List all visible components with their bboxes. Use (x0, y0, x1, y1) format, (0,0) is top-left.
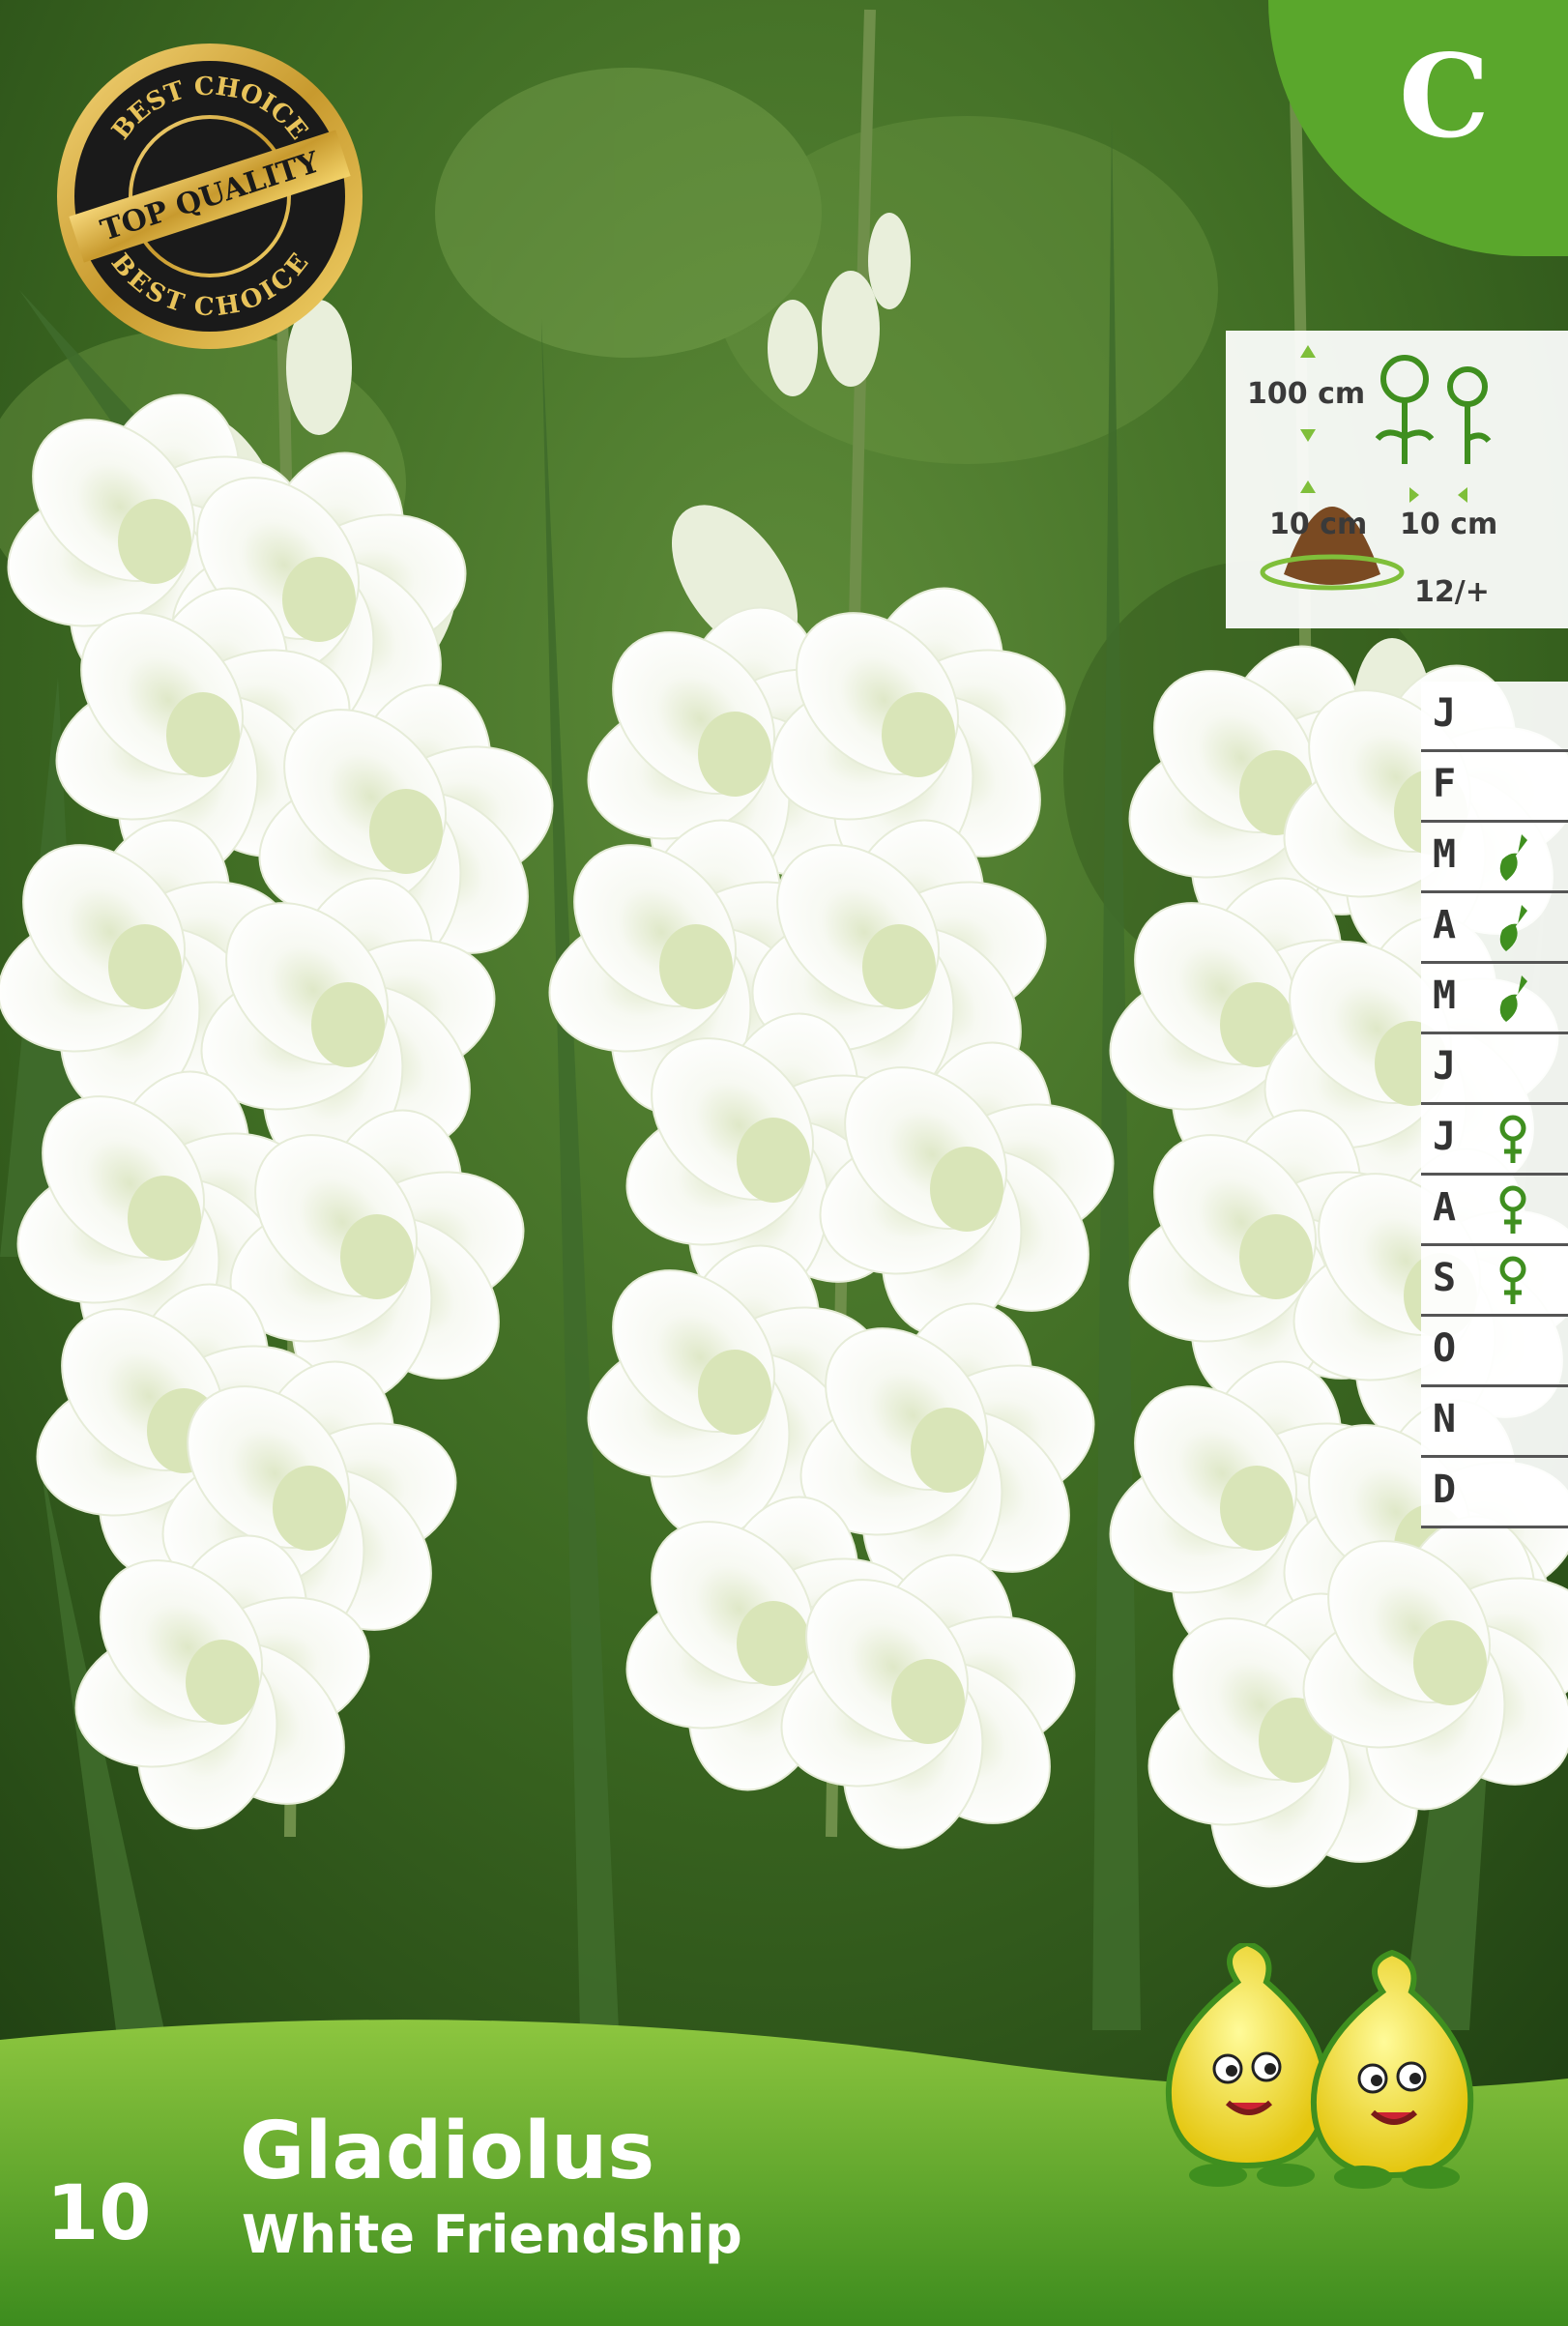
trowel-icon (1499, 834, 1527, 881)
height-value: 100 cm (1247, 377, 1366, 411)
top-quality-seal: BEST CHOICE BEST CHOICE TOP QUALITY (57, 44, 363, 349)
calendar-month-letter: A (1433, 1185, 1457, 1230)
calendar-month-letter: D (1433, 1468, 1457, 1512)
calendar-month-letter: S (1433, 1256, 1457, 1300)
bulb-size-value: 12/+ (1414, 575, 1490, 609)
product-name: Gladiolus (240, 2106, 655, 2197)
bulb-count: 10 (46, 2170, 152, 2257)
trowel-icon (1499, 905, 1527, 951)
depth-arrow-icon (1300, 480, 1316, 493)
planting-specs-panel: 100 cm 10 cm 10 cm 12/+ (1226, 331, 1568, 628)
calendar-month-row: M (1421, 823, 1568, 893)
calendar-month-row: J (1421, 1034, 1568, 1105)
height-up-arrow-icon (1300, 345, 1316, 358)
calendar-month-letter: J (1433, 1044, 1457, 1089)
category-letter: C (1399, 29, 1490, 163)
calendar-month-letter: J (1433, 691, 1457, 736)
spacing-left-arrow-icon (1409, 487, 1419, 503)
calendar-month-row: J (1421, 1105, 1568, 1176)
calendar-month-letter: J (1433, 1115, 1457, 1159)
specs-icons (1260, 345, 1492, 591)
flower-icon (1499, 1115, 1526, 1163)
spacing-value: 10 cm (1400, 508, 1498, 541)
calendar-month-letter: N (1433, 1397, 1457, 1441)
calendar-month-row: D (1421, 1458, 1568, 1528)
spacing-right-arrow-icon (1458, 487, 1467, 503)
calendar-month-row: F (1421, 752, 1568, 823)
calendar-month-letter: M (1433, 974, 1457, 1018)
bulb-mascots (1165, 1943, 1474, 2189)
height-down-arrow-icon (1300, 429, 1316, 442)
flower-icon (1499, 1185, 1526, 1234)
calendar-month-row: N (1421, 1387, 1568, 1458)
calendar-month-letter: M (1433, 832, 1457, 877)
calendar-month-letter: O (1433, 1326, 1457, 1371)
trowel-icon (1499, 975, 1527, 1022)
calendar-month-row: M (1421, 964, 1568, 1034)
flower-icon (1499, 1256, 1526, 1304)
calendar-month-letter: A (1433, 903, 1457, 947)
calendar-month-row: A (1421, 1176, 1568, 1246)
calendar-month-row: A (1421, 893, 1568, 964)
calendar-month-row: O (1421, 1317, 1568, 1387)
calendar-month-row: J (1421, 682, 1568, 752)
planting-calendar: JFMAMJJASOND (1421, 682, 1568, 1528)
depth-value: 10 cm (1269, 508, 1368, 541)
product-variety: White Friendship (242, 2204, 742, 2265)
calendar-month-letter: F (1433, 762, 1457, 806)
calendar-month-row: S (1421, 1246, 1568, 1317)
plant-spacing-icon (1375, 355, 1492, 464)
